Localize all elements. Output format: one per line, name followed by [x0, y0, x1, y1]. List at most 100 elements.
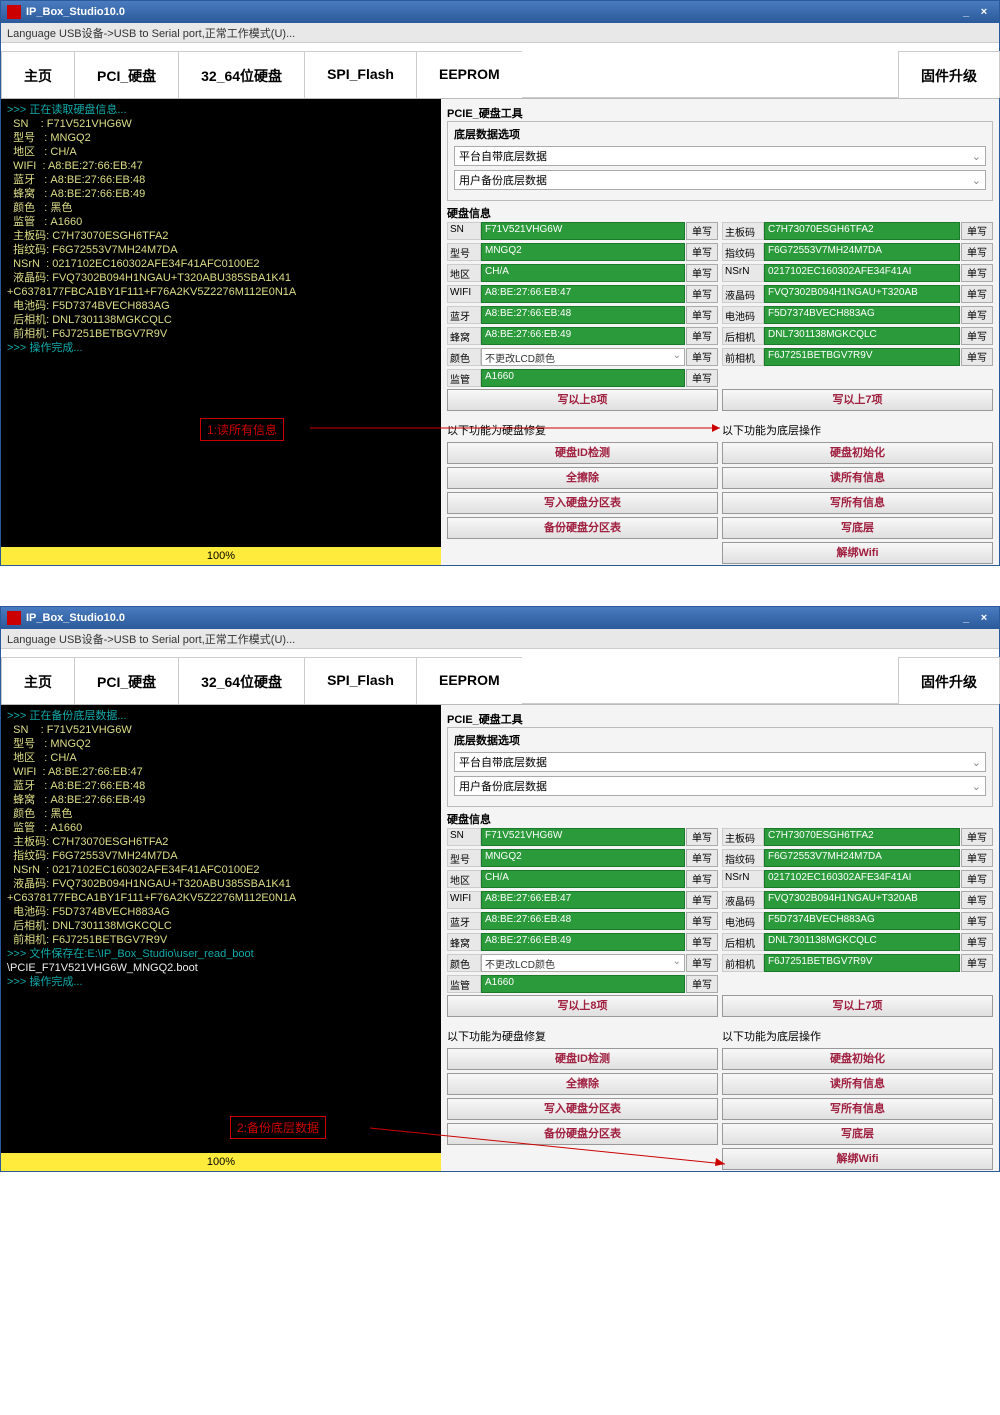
field-value[interactable]: CH/A [481, 264, 685, 282]
write-single-button[interactable]: 单写 [686, 222, 718, 240]
tab-SPI_Flash[interactable]: SPI_Flash [304, 657, 417, 704]
field-value[interactable]: A1660 [481, 369, 685, 387]
write-single-button[interactable]: 单写 [961, 912, 993, 930]
write-single-button[interactable]: 单写 [961, 222, 993, 240]
layer-op-button[interactable]: 写底层 [722, 517, 993, 539]
tab-32_64位硬盘[interactable]: 32_64位硬盘 [178, 657, 305, 704]
layer-op-button[interactable]: 解绑Wifi [722, 1148, 993, 1170]
disk-repair-button[interactable]: 写入硬盘分区表 [447, 1098, 718, 1120]
write-8-button[interactable]: 写以上8项 [447, 389, 718, 411]
disk-repair-button[interactable]: 全擦除 [447, 467, 718, 489]
layer-op-button[interactable]: 解绑Wifi [722, 542, 993, 564]
minimize-button[interactable]: _ [957, 6, 975, 18]
combo-platform-data[interactable]: 平台自带底层数据⌄ [454, 752, 986, 772]
write-single-button[interactable]: 单写 [961, 348, 993, 366]
field-value[interactable]: A8:BE:27:66:EB:48 [481, 912, 685, 930]
write-single-button[interactable]: 单写 [961, 933, 993, 951]
field-value[interactable]: A1660 [481, 975, 685, 993]
combo-platform-data[interactable]: 平台自带底层数据⌄ [454, 146, 986, 166]
write-single-button[interactable]: 单写 [686, 285, 718, 303]
layer-op-button[interactable]: 硬盘初始化 [722, 1048, 993, 1070]
layer-op-button[interactable]: 硬盘初始化 [722, 442, 993, 464]
field-value[interactable]: F6G72553V7MH24M7DA [764, 849, 960, 867]
field-value[interactable]: C7H73070ESGH6TFA2 [764, 828, 960, 846]
write-single-button[interactable]: 单写 [686, 828, 718, 846]
write-single-button[interactable]: 单写 [961, 891, 993, 909]
field-value[interactable]: F6G72553V7MH24M7DA [764, 243, 960, 261]
field-value[interactable]: FVQ7302B094H1NGAU+T320AB [764, 891, 960, 909]
tab-PCI_硬盘[interactable]: PCI_硬盘 [74, 657, 179, 704]
tab-SPI_Flash[interactable]: SPI_Flash [304, 51, 417, 98]
write-single-button[interactable]: 单写 [961, 849, 993, 867]
tab-PCI_硬盘[interactable]: PCI_硬盘 [74, 51, 179, 98]
layer-op-button[interactable]: 写所有信息 [722, 492, 993, 514]
disk-repair-button[interactable]: 备份硬盘分区表 [447, 1123, 718, 1145]
write-single-button[interactable]: 单写 [686, 264, 718, 282]
write-single-button[interactable]: 单写 [961, 828, 993, 846]
write-single-button[interactable]: 单写 [961, 327, 993, 345]
tab-EEPROM[interactable]: EEPROM [416, 657, 523, 704]
write-single-button[interactable]: 单写 [686, 870, 718, 888]
field-value[interactable]: A8:BE:27:66:EB:49 [481, 933, 685, 951]
tab-EEPROM[interactable]: EEPROM [416, 51, 523, 98]
tab-firmware-upgrade[interactable]: 固件升级 [898, 657, 1000, 704]
disk-repair-button[interactable]: 写入硬盘分区表 [447, 492, 718, 514]
layer-op-button[interactable]: 写所有信息 [722, 1098, 993, 1120]
write-single-button[interactable]: 单写 [686, 891, 718, 909]
menubar[interactable]: Language USB设备->USB to Serial port,正常工作模… [1, 23, 999, 43]
tab-主页[interactable]: 主页 [1, 657, 75, 704]
write-7-button[interactable]: 写以上7项 [722, 389, 993, 411]
field-value[interactable]: A8:BE:27:66:EB:48 [481, 306, 685, 324]
write-single-button[interactable]: 单写 [686, 954, 718, 972]
write-single-button[interactable]: 单写 [961, 870, 993, 888]
close-button[interactable]: × [975, 6, 993, 18]
field-value[interactable]: 0217102EC160302AFE34F41AI [764, 870, 960, 888]
write-single-button[interactable]: 单写 [686, 327, 718, 345]
write-7-button[interactable]: 写以上7项 [722, 995, 993, 1017]
field-value[interactable]: CH/A [481, 870, 685, 888]
field-value[interactable]: C7H73070ESGH6TFA2 [764, 222, 960, 240]
write-single-button[interactable]: 单写 [961, 306, 993, 324]
disk-repair-button[interactable]: 全擦除 [447, 1073, 718, 1095]
field-value[interactable]: MNGQ2 [481, 243, 685, 261]
close-button[interactable]: × [975, 612, 993, 624]
write-single-button[interactable]: 单写 [686, 912, 718, 930]
field-value[interactable]: DNL7301138MGKCQLC [764, 327, 960, 345]
write-single-button[interactable]: 单写 [686, 975, 718, 993]
write-single-button[interactable]: 单写 [686, 348, 718, 366]
write-single-button[interactable]: 单写 [961, 264, 993, 282]
field-value[interactable]: F5D7374BVECH883AG [764, 912, 960, 930]
layer-op-button[interactable]: 读所有信息 [722, 1073, 993, 1095]
minimize-button[interactable]: _ [957, 612, 975, 624]
tab-firmware-upgrade[interactable]: 固件升级 [898, 51, 1000, 98]
write-single-button[interactable]: 单写 [961, 954, 993, 972]
write-single-button[interactable]: 单写 [961, 243, 993, 261]
tab-32_64位硬盘[interactable]: 32_64位硬盘 [178, 51, 305, 98]
field-value[interactable]: MNGQ2 [481, 849, 685, 867]
layer-op-button[interactable]: 写底层 [722, 1123, 993, 1145]
disk-repair-button[interactable]: 硬盘ID检测 [447, 1048, 718, 1070]
field-value[interactable]: 不更改LCD颜色 ⌄ [481, 348, 685, 366]
write-single-button[interactable]: 单写 [686, 306, 718, 324]
field-value[interactable]: F71V521VHG6W [481, 222, 685, 240]
write-single-button[interactable]: 单写 [686, 933, 718, 951]
field-value[interactable]: F71V521VHG6W [481, 828, 685, 846]
field-value[interactable]: FVQ7302B094H1NGAU+T320AB [764, 285, 960, 303]
write-8-button[interactable]: 写以上8项 [447, 995, 718, 1017]
combo-user-backup[interactable]: 用户备份底层数据⌄ [454, 170, 986, 190]
write-single-button[interactable]: 单写 [686, 243, 718, 261]
disk-repair-button[interactable]: 备份硬盘分区表 [447, 517, 718, 539]
write-single-button[interactable]: 单写 [961, 285, 993, 303]
combo-user-backup[interactable]: 用户备份底层数据⌄ [454, 776, 986, 796]
field-value[interactable]: F6J7251BETBGV7R9V [764, 348, 960, 366]
field-value[interactable]: F5D7374BVECH883AG [764, 306, 960, 324]
disk-repair-button[interactable]: 硬盘ID检测 [447, 442, 718, 464]
layer-op-button[interactable]: 读所有信息 [722, 467, 993, 489]
write-single-button[interactable]: 单写 [686, 849, 718, 867]
field-value[interactable]: F6J7251BETBGV7R9V [764, 954, 960, 972]
field-value[interactable]: A8:BE:27:66:EB:49 [481, 327, 685, 345]
field-value[interactable]: A8:BE:27:66:EB:47 [481, 891, 685, 909]
field-value[interactable]: 不更改LCD颜色 ⌄ [481, 954, 685, 972]
write-single-button[interactable]: 单写 [686, 369, 718, 387]
field-value[interactable]: A8:BE:27:66:EB:47 [481, 285, 685, 303]
